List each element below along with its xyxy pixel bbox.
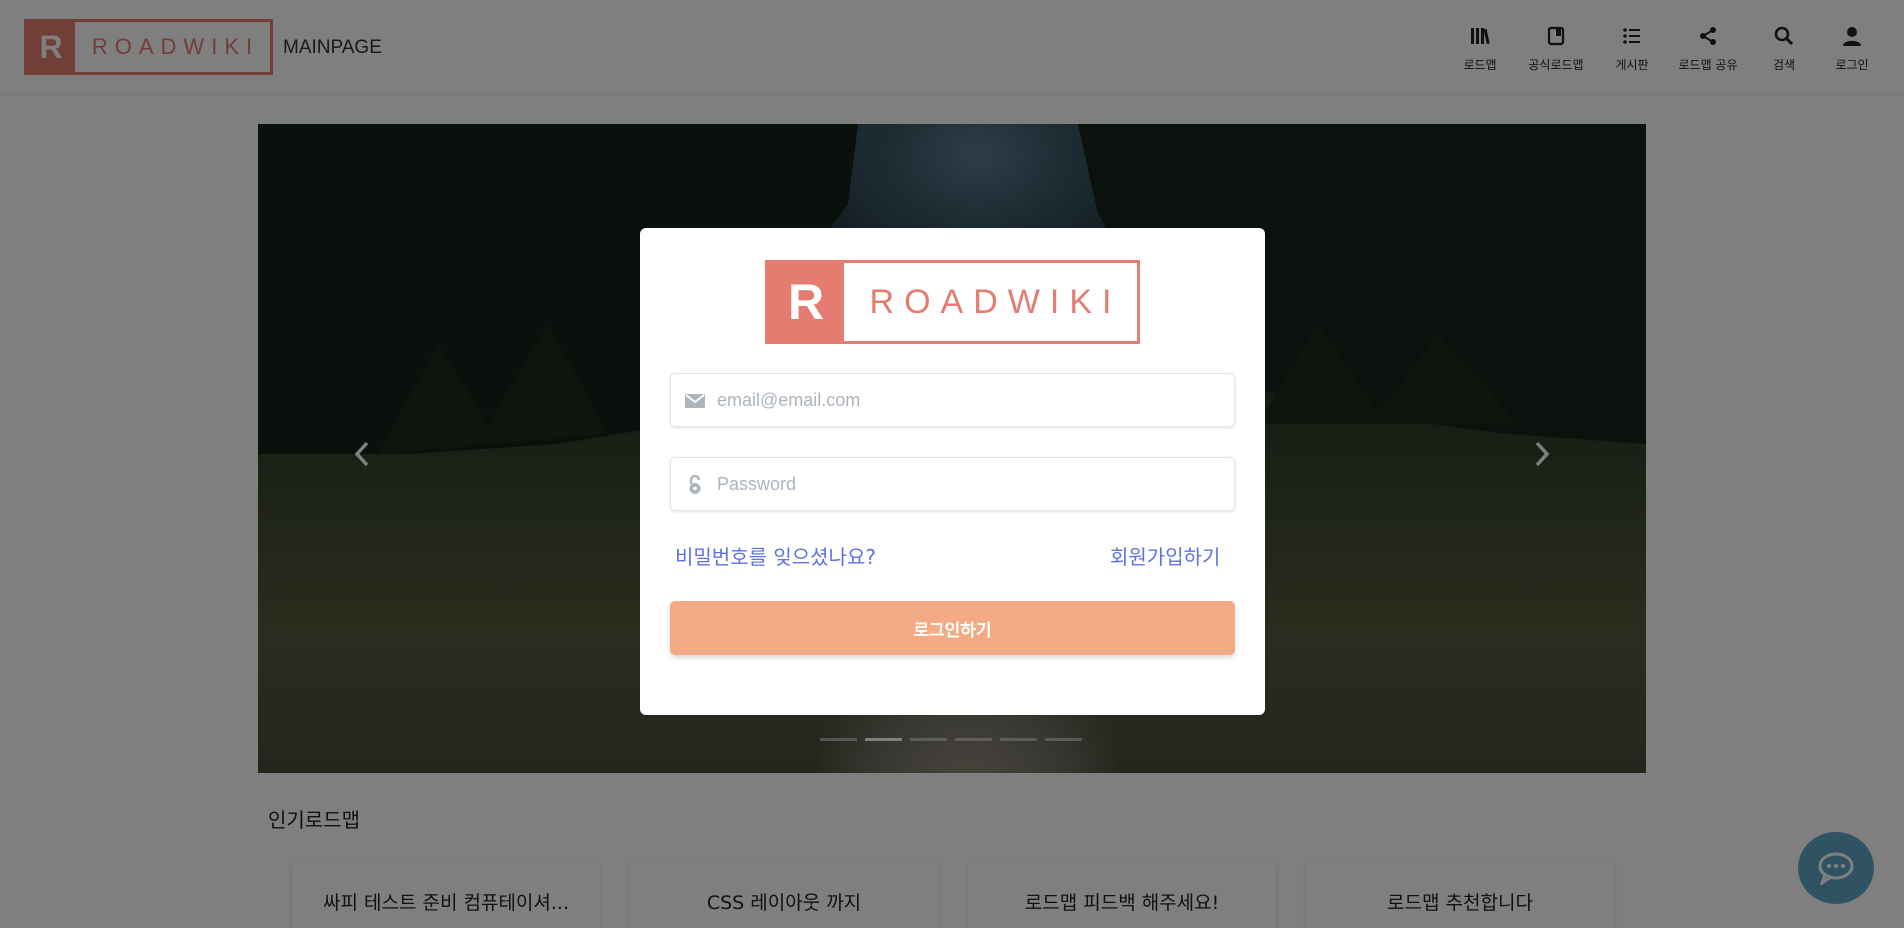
password-input[interactable] xyxy=(717,458,1217,510)
password-field xyxy=(670,457,1235,511)
envelope-icon xyxy=(685,391,705,411)
lock-open-icon xyxy=(685,475,705,495)
login-modal: R ROADWIKI 비밀번호를 잊으셨나요? 회원가입하기 로그인하기 xyxy=(640,228,1265,715)
signup-link[interactable]: 회원가입하기 xyxy=(1110,541,1220,570)
modal-roadwiki-logo: R ROADWIKI xyxy=(765,260,1140,344)
email-input[interactable] xyxy=(717,374,1217,426)
logo-mark: R xyxy=(768,263,844,341)
logo-wordmark: ROADWIKI xyxy=(869,282,1122,321)
login-button[interactable]: 로그인하기 xyxy=(670,601,1235,655)
forgot-password-link[interactable]: 비밀번호를 잊으셨나요? xyxy=(675,541,876,570)
email-field xyxy=(670,373,1235,427)
